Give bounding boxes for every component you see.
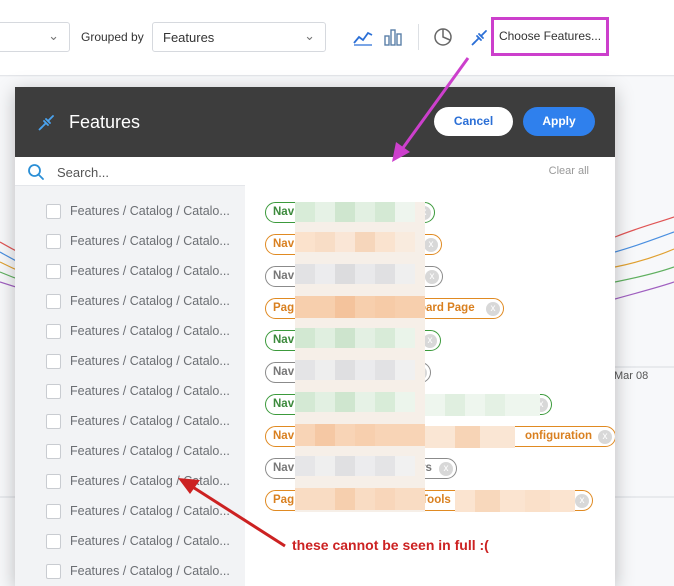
annotation-arrows bbox=[178, 57, 470, 548]
screen: ⌄ Grouped by Features ⌄ Choose Features.… bbox=[0, 0, 674, 586]
annotation-text: these cannot be seen in full :( bbox=[292, 537, 489, 553]
